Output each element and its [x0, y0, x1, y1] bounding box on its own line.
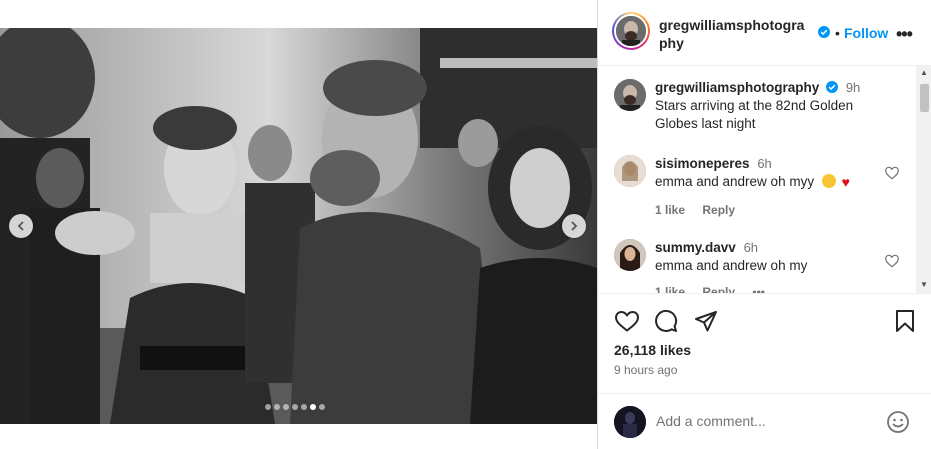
post-photo[interactable]	[0, 28, 597, 424]
commenter-avatar-image	[614, 155, 646, 187]
reply-button[interactable]: Reply	[702, 203, 735, 217]
current-user-avatar-image	[614, 406, 646, 438]
chevron-left-icon	[17, 221, 24, 231]
like-comment-heart-icon[interactable]	[884, 253, 900, 269]
follow-button[interactable]: Follow	[844, 25, 888, 41]
scroll-up-arrow-icon[interactable]: ▲	[920, 68, 928, 77]
reply-button[interactable]: Reply	[702, 285, 735, 293]
previous-slide-button[interactable]	[9, 214, 33, 238]
carousel-indicator	[265, 404, 325, 410]
commenter-avatar[interactable]	[614, 239, 646, 271]
comment-time: 6h	[743, 240, 759, 255]
comment-like-count[interactable]: 1 like	[655, 203, 685, 217]
caption-text: Stars arriving at the 82nd Golden Globes…	[655, 98, 854, 131]
smile-icon[interactable]	[886, 410, 910, 434]
next-slide-button[interactable]	[562, 214, 586, 238]
comments-scrollbar[interactable]: ▲ ▼	[916, 66, 931, 293]
author-avatar-image	[616, 16, 646, 46]
carousel-dot	[319, 404, 325, 410]
comment-body: summy.davv 6h emma and andrew oh my	[655, 239, 885, 275]
post-media	[0, 0, 597, 449]
scroll-down-arrow-icon[interactable]: ▼	[920, 280, 928, 289]
comment-like-count[interactable]: 1 like	[655, 285, 685, 293]
caption-avatar-image	[614, 79, 646, 111]
comment-text: emma and andrew oh my	[655, 258, 808, 273]
comments-list[interactable]: gregwilliamsphotography 9h Stars arrivin…	[598, 66, 931, 293]
comment-username[interactable]: summy.davv	[655, 240, 736, 255]
author-avatar[interactable]	[612, 12, 650, 50]
caption-username[interactable]: gregwilliamsphotography	[655, 80, 819, 95]
current-user-avatar	[614, 406, 646, 438]
comment-input[interactable]	[656, 410, 866, 432]
commenter-avatar-image	[614, 239, 646, 271]
verified-icon	[818, 26, 830, 38]
post-timestamp[interactable]: 9 hours ago	[614, 363, 677, 377]
share-icon[interactable]	[694, 309, 718, 333]
caption-time: 9h	[845, 80, 861, 95]
verified-icon	[826, 81, 839, 93]
comment-meta: 1 like Reply •••	[655, 285, 779, 293]
comment-composer	[598, 393, 931, 449]
commenter-avatar[interactable]	[614, 155, 646, 187]
carousel-dot	[274, 404, 280, 410]
post-side-panel: gregwilliamsphotography • Follow ••• gre…	[597, 0, 931, 449]
comment-meta: 1 like Reply	[655, 203, 749, 217]
post-actions: 26,118 likes 9 hours ago	[598, 293, 931, 393]
like-count[interactable]: 26,118 likes	[614, 342, 691, 358]
scrollbar-thumb[interactable]	[920, 84, 929, 112]
chevron-right-icon	[571, 221, 578, 231]
post-header: gregwilliamsphotography • Follow •••	[598, 0, 931, 66]
carousel-dot	[265, 404, 271, 410]
comment-icon[interactable]	[654, 309, 678, 333]
photo-illustration	[0, 28, 597, 424]
comment-time: 6h	[757, 156, 772, 171]
heart-icon[interactable]	[614, 309, 640, 333]
caption-avatar[interactable]	[614, 79, 646, 111]
like-comment-heart-icon[interactable]	[884, 165, 900, 181]
caption-body: gregwilliamsphotography 9h Stars arrivin…	[655, 79, 885, 133]
header-separator: •	[835, 25, 840, 41]
comment-text: emma and andrew oh myy	[655, 174, 815, 189]
carousel-dot	[310, 404, 316, 410]
comment-username[interactable]: sisimoneperes	[655, 156, 750, 171]
carousel-dot	[283, 404, 289, 410]
author-username[interactable]: gregwilliamsphotography	[659, 16, 809, 52]
comment-more-button[interactable]: •••	[752, 285, 765, 293]
heart-eyes-emoji-icon	[821, 174, 836, 188]
carousel-dot	[292, 404, 298, 410]
more-options-button[interactable]: •••	[896, 24, 913, 45]
carousel-dot	[301, 404, 307, 410]
comment-body: sisimoneperes 6h emma and andrew oh myy …	[655, 155, 885, 191]
bookmark-icon[interactable]	[894, 309, 916, 333]
red-heart-emoji-icon: ♥	[841, 174, 850, 190]
